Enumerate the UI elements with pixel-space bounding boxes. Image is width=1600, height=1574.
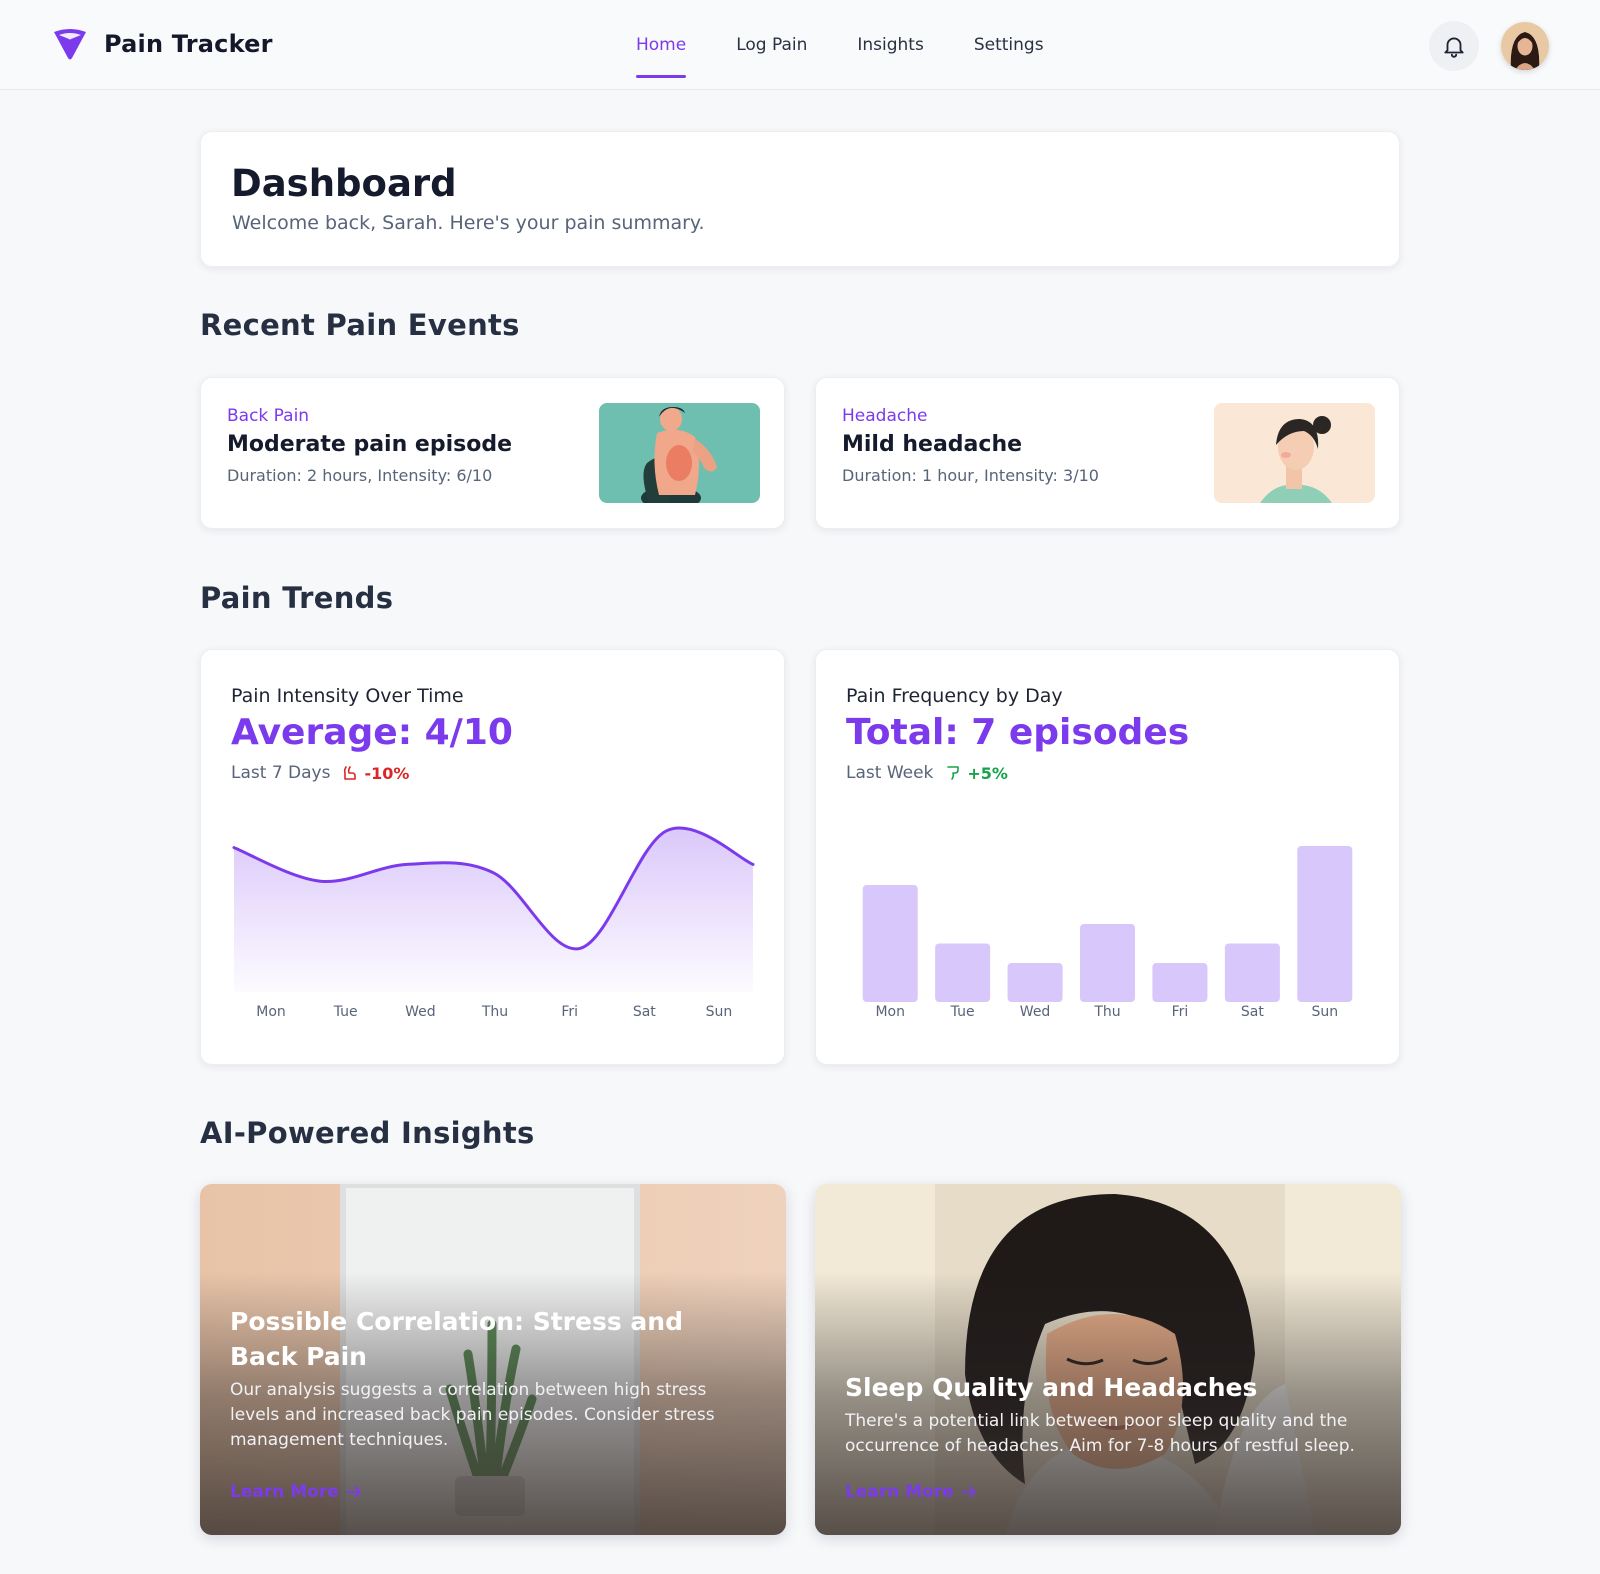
page-title: Dashboard	[231, 162, 457, 205]
x-tick-label: Mon	[875, 1004, 905, 1020]
learn-more-label: Learn More	[230, 1482, 339, 1502]
event-card-headache[interactable]: Headache Mild headache Duration: 1 hour,…	[815, 377, 1400, 529]
learn-more-link[interactable]: Learn More	[230, 1482, 363, 1502]
brand[interactable]: Pain Tracker	[52, 26, 273, 62]
x-tick-label: Tue	[333, 1004, 358, 1020]
insight-title: Possible Correlation: Stress and Back Pa…	[230, 1307, 683, 1371]
app-name: Pain Tracker	[104, 30, 273, 58]
intensity-area-chart: Mon Tue Wed Thu Fri Sat Sun	[232, 826, 755, 1020]
event-title: Mild headache	[842, 432, 1023, 457]
chart-summary: Average: 4/10	[231, 712, 513, 753]
section-title-recent: Recent Pain Events	[200, 308, 520, 342]
chart-title: Pain Frequency by Day	[846, 685, 1063, 707]
x-tick-label: Thu	[1093, 1004, 1120, 1020]
event-title: Moderate pain episode	[227, 432, 513, 457]
bar	[1224, 943, 1280, 1002]
chart-change: -10%	[342, 764, 409, 783]
insight-card-sleep[interactable]: Sleep Quality and Headaches There's a po…	[815, 1184, 1401, 1535]
user-avatar-image	[1501, 22, 1549, 70]
frequency-chart-card: Pain Frequency by Day Total: 7 episodes …	[815, 649, 1400, 1065]
x-tick-label: Sun	[706, 1004, 733, 1020]
bar	[1080, 924, 1135, 1002]
welcome-text: Welcome back, Sarah. Here's your pain su…	[232, 212, 705, 234]
x-tick-label: Thu	[481, 1004, 508, 1020]
top-navbar: Pain Tracker Home Log Pain Insights Sett…	[0, 0, 1600, 90]
x-tick-label: Wed	[1020, 1004, 1051, 1020]
insight-title: Sleep Quality and Headaches	[845, 1373, 1258, 1402]
avatar[interactable]	[1501, 22, 1549, 70]
event-type: Headache	[842, 406, 928, 426]
logo-icon	[54, 29, 86, 60]
event-card-back-pain[interactable]: Back Pain Moderate pain episode Duration…	[200, 377, 785, 529]
frequency-bar-chart: Mon Tue Wed Thu Fri Sat Sun	[862, 846, 1353, 1020]
bar	[1007, 963, 1063, 1002]
chart-period: Last 7 Days	[231, 763, 331, 783]
trend-up-icon	[947, 766, 960, 780]
chart-summary: Total: 7 episodes	[846, 712, 1190, 753]
insight-content: Possible Correlation: Stress and Back Pa…	[230, 1304, 746, 1453]
x-tick-label: Wed	[405, 1004, 436, 1020]
bar	[1152, 963, 1208, 1002]
learn-more-label: Learn More	[845, 1482, 954, 1502]
insight-content: Sleep Quality and Headaches There's a po…	[845, 1370, 1361, 1459]
event-meta: Duration: 2 hours, Intensity: 6/10	[227, 466, 493, 485]
nav-settings[interactable]: Settings	[974, 0, 1044, 90]
x-tick-label: Fri	[1172, 1004, 1189, 1020]
nav-home[interactable]: Home	[636, 0, 687, 90]
notifications-button[interactable]	[1429, 21, 1479, 71]
trend-down-icon	[344, 766, 357, 780]
x-tick-label: Sat	[1241, 1004, 1264, 1020]
insight-body: There's a potential link between poor sl…	[845, 1411, 1355, 1456]
main-nav: Home Log Pain Insights Settings	[636, 0, 1094, 90]
chart-change: +5%	[945, 764, 1008, 783]
bar	[862, 885, 918, 1002]
chart-period-row: Last 7 Days -10%	[231, 763, 409, 783]
nav-insights[interactable]: Insights	[857, 0, 923, 90]
area-fill	[234, 827, 753, 992]
arrow-right-icon	[345, 1486, 362, 1498]
back-pain-illustration	[599, 403, 760, 503]
headache-illustration	[1214, 403, 1375, 503]
chart-change-value: -10%	[364, 763, 410, 783]
arrow-right-icon	[960, 1486, 977, 1498]
bar	[935, 943, 991, 1002]
chart-change-value: +5%	[967, 763, 1008, 783]
x-tick-label: Fri	[561, 1004, 578, 1020]
intensity-chart-card: Pain Intensity Over Time Average: 4/10 L…	[200, 649, 785, 1065]
nav-log-pain[interactable]: Log Pain	[736, 0, 807, 90]
event-meta: Duration: 1 hour, Intensity: 3/10	[842, 466, 1099, 485]
chart-period: Last Week	[846, 763, 934, 783]
insight-card-stress[interactable]: Possible Correlation: Stress and Back Pa…	[200, 1184, 786, 1535]
x-tick-label: Sun	[1311, 1004, 1338, 1020]
dashboard-header-card: Dashboard Welcome back, Sarah. Here's yo…	[200, 131, 1400, 267]
learn-more-link[interactable]: Learn More	[845, 1482, 978, 1502]
x-tick-label: Mon	[256, 1004, 286, 1020]
x-tick-label: Tue	[950, 1004, 975, 1020]
insight-body: Our analysis suggests a correlation betw…	[230, 1380, 715, 1450]
section-title-insights: AI-Powered Insights	[200, 1116, 535, 1150]
bar	[1297, 846, 1353, 1002]
section-title-trends: Pain Trends	[200, 581, 394, 615]
event-type: Back Pain	[227, 406, 310, 426]
chart-period-row: Last Week +5%	[846, 763, 1008, 783]
chart-title: Pain Intensity Over Time	[231, 685, 464, 707]
bell-icon	[1444, 37, 1464, 58]
x-tick-label: Sat	[633, 1004, 656, 1020]
